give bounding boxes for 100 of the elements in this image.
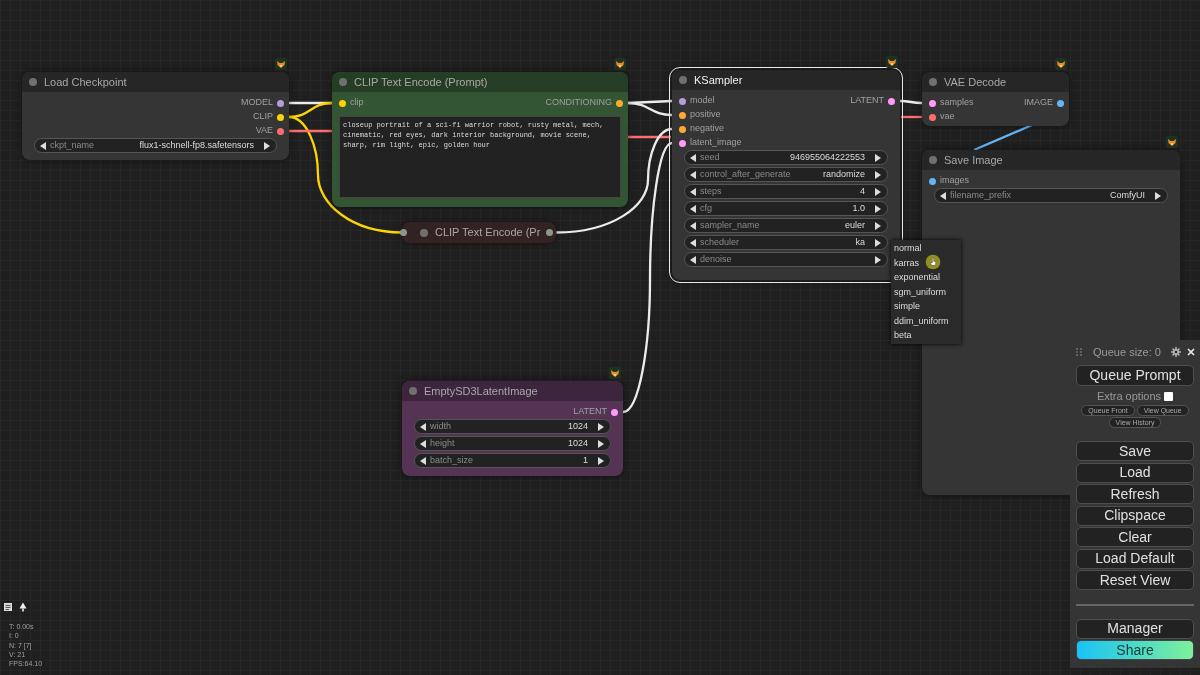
widget-label: ckpt_name: [50, 138, 96, 152]
widget-value: ka: [855, 235, 865, 249]
widget-field[interactable]: height 1024: [414, 436, 611, 451]
menu-button[interactable]: Refresh: [1076, 484, 1194, 504]
collapse-dot-icon[interactable]: [29, 78, 37, 86]
widget-field[interactable]: cfg 1.0: [684, 201, 888, 216]
menu-button[interactable]: Manager: [1076, 618, 1194, 639]
widget-field[interactable]: filename_prefix ComfyUI: [934, 188, 1168, 203]
node-header[interactable]: VAE Decode: [922, 72, 1069, 92]
output-slot-icon[interactable]: [888, 97, 895, 105]
node-panel[interactable]: CLIP Text Encode (Pr: [402, 222, 557, 243]
menu-button[interactable]: Load Default: [1076, 548, 1194, 569]
output-label: CONDITIONING: [545, 96, 612, 110]
queue-prompt-button[interactable]: Queue Prompt: [1076, 365, 1194, 386]
widget-value: 1024: [567, 419, 588, 433]
fox-icon: [1166, 136, 1178, 148]
collapse-dot-icon[interactable]: [339, 78, 347, 86]
node-title: CLIP Text Encode (Prompt): [354, 74, 488, 90]
widget-field[interactable]: scheduler ka: [684, 235, 888, 250]
drag-handle-icon[interactable]: [1075, 347, 1083, 357]
right-arrow-icon[interactable]: [264, 141, 270, 150]
widget-field[interactable]: sampler_name euler: [684, 218, 888, 233]
widget-label: denoise: [700, 252, 733, 266]
widget-field[interactable]: batch_size 1: [414, 453, 611, 468]
left-arrow-icon[interactable]: [940, 191, 946, 200]
collapse-dot-icon[interactable]: [929, 78, 937, 86]
menu-button[interactable]: Clipspace: [1076, 505, 1194, 526]
widget-label: control_after_generate: [700, 167, 792, 181]
fox-icon: [1055, 58, 1067, 70]
menu-button[interactable]: Share: [1076, 640, 1194, 660]
output-label: LATENT: [850, 94, 884, 108]
widget-value: 1: [583, 453, 588, 467]
menu-button[interactable]: Save: [1076, 441, 1194, 461]
collapse-dot-icon[interactable]: [420, 228, 428, 237]
widget-field[interactable]: steps 4: [684, 184, 888, 199]
input-label: negative: [690, 122, 725, 136]
output-slot-icon[interactable]: [1057, 99, 1064, 107]
menu-button[interactable]: Load: [1076, 462, 1194, 483]
collapse-dot-icon[interactable]: [679, 76, 687, 84]
input-label: clip: [350, 96, 364, 110]
collapse-dot-icon[interactable]: [409, 387, 417, 395]
hand-cursor-icon: [925, 254, 941, 270]
output-slot-icon[interactable]: [611, 408, 618, 416]
widget-field[interactable]: control_after_generate randomize: [684, 167, 888, 182]
collapse-dot-icon[interactable]: [929, 156, 937, 164]
node-header[interactable]: EmptySD3LatentImage: [402, 381, 623, 401]
left-arrow-icon[interactable]: [40, 141, 46, 150]
link-wire[interactable]: [628, 135, 671, 139]
widget-label: height: [430, 436, 456, 450]
input-label: positive: [690, 108, 721, 122]
widget-field[interactable]: denoise: [684, 252, 888, 267]
node-header[interactable]: Load Checkpoint: [22, 72, 289, 92]
queue-size-label: Queue size: 0: [1092, 344, 1162, 360]
widget-value: 4: [860, 184, 865, 198]
input-label: vae: [940, 110, 955, 124]
link-wire[interactable]: [289, 129, 332, 133]
node-title: VAE Decode: [944, 74, 1007, 90]
output-label: MODEL: [241, 96, 273, 110]
document-icon[interactable]: [3, 602, 13, 612]
output-label: IMAGE: [1024, 96, 1053, 110]
node-title: CLIP Text Encode (Pr: [435, 225, 541, 241]
widget-field[interactable]: ckpt_name flux1-schnell-fp8.safetensors: [34, 138, 277, 153]
menu-button[interactable]: Clear: [1076, 527, 1194, 547]
widget-value: 946955064222553: [789, 150, 865, 164]
widget-label: cfg: [700, 201, 713, 215]
output-slot-icon[interactable]: [546, 229, 554, 236]
widget-value: flux1-schnell-fp8.safetensors: [139, 138, 254, 152]
node-title: Save Image: [944, 152, 1003, 168]
input-slot-icon[interactable]: [400, 229, 407, 236]
widget-field[interactable]: seed 946955064222553: [684, 150, 888, 165]
input-label: latent_image: [690, 136, 742, 150]
input-slot-icon[interactable]: [929, 177, 936, 185]
widget-label: scheduler: [700, 235, 741, 249]
node-header[interactable]: KSampler: [672, 70, 900, 90]
close-icon[interactable]: [1187, 348, 1195, 356]
widget-label: steps: [700, 184, 723, 198]
output-slot-icon[interactable]: [616, 99, 623, 107]
widget-value: randomize: [822, 167, 865, 181]
node-header[interactable]: Save Image: [922, 150, 1180, 170]
checkbox-label: Extra options: [1096, 389, 1162, 405]
fox-icon: [614, 58, 626, 70]
link-wire[interactable]: [973, 123, 1033, 152]
input-label: model: [690, 94, 715, 108]
input-label: samples: [940, 96, 974, 110]
widget-field[interactable]: width 1024: [414, 419, 611, 434]
widget-value: 1024: [567, 436, 588, 450]
link-wire[interactable]: [901, 115, 922, 119]
right-arrow-icon[interactable]: [1155, 191, 1161, 200]
input-slot-icon[interactable]: [339, 99, 346, 107]
checkbox[interactable]: [1164, 392, 1174, 401]
tree-icon[interactable]: [18, 602, 28, 612]
fox-icon: [609, 367, 621, 379]
widget-value: ComfyUI: [1110, 188, 1145, 202]
settings-icon[interactable]: [1171, 347, 1181, 357]
menu-button[interactable]: Reset View: [1076, 570, 1194, 590]
node-header[interactable]: CLIP Text Encode (Prompt): [332, 72, 628, 92]
output-label: VAE: [255, 124, 273, 138]
widget-value: 1.0: [852, 201, 865, 215]
widget-value: euler: [845, 218, 865, 232]
widget-label: seed: [700, 150, 721, 164]
